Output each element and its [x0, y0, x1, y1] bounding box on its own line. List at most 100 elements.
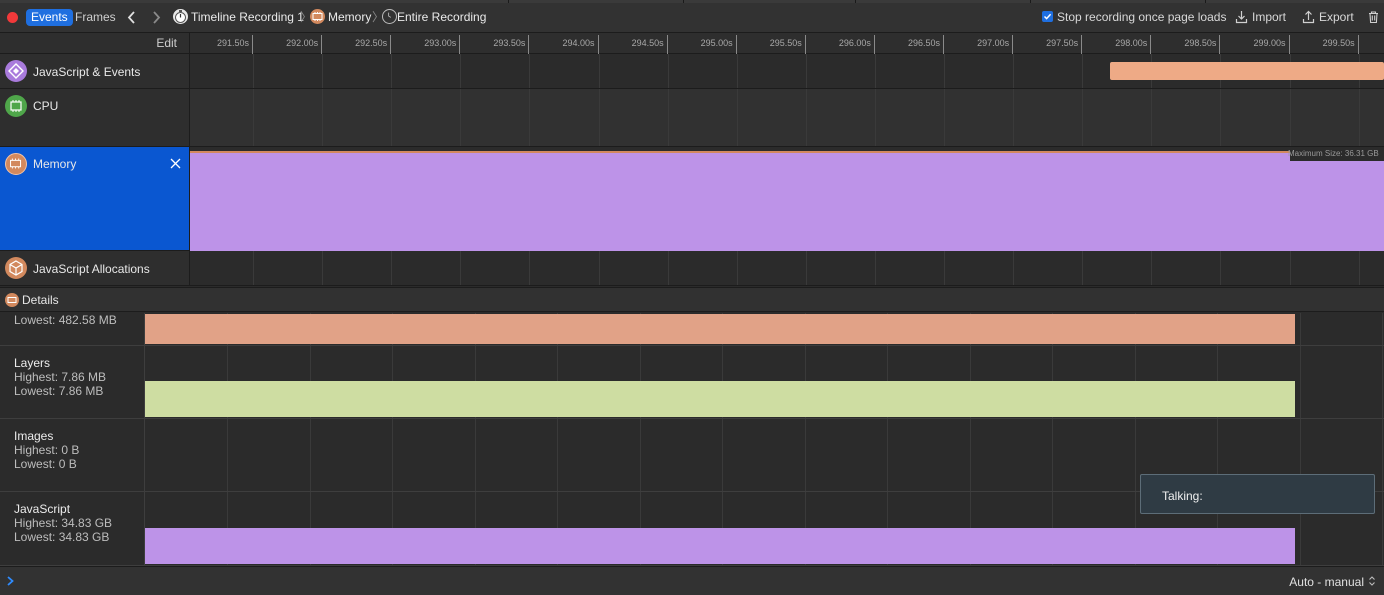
- layers-bar: [145, 381, 1295, 417]
- grid-line: [1382, 419, 1383, 491]
- category-name: Layers: [14, 356, 51, 370]
- grid-line: [253, 89, 254, 146]
- track-memory[interactable]: Memory: [0, 147, 190, 251]
- ruler-tick-label: 299.50s: [1322, 38, 1355, 48]
- grid-line: [806, 251, 807, 285]
- grid-line: [737, 251, 738, 285]
- grid-line: [391, 54, 392, 88]
- grid-line: [599, 89, 600, 146]
- talking-tooltip: Talking:: [1140, 474, 1375, 514]
- category-chart[interactable]: [144, 313, 1384, 345]
- trash-icon[interactable]: [1367, 10, 1380, 24]
- grid-line: [1082, 54, 1083, 88]
- grid-line: [722, 419, 723, 491]
- track-label: JavaScript & Events: [33, 65, 141, 79]
- grid-line: [875, 251, 876, 285]
- track-cpu[interactable]: CPU: [0, 89, 190, 147]
- grid-line: [460, 54, 461, 88]
- breadcrumb-recording[interactable]: Timeline Recording 1: [191, 9, 304, 26]
- stopwatch-icon: [173, 9, 188, 24]
- grid-line: [322, 251, 323, 285]
- grid-line: [1151, 251, 1152, 285]
- grid-line: [1135, 419, 1136, 491]
- record-button[interactable]: [7, 12, 18, 23]
- grid-line: [1382, 346, 1383, 418]
- tab-strip-edge: [0, 0, 1384, 3]
- grid-line: [460, 89, 461, 146]
- clock-icon: [382, 9, 397, 24]
- edit-button[interactable]: Edit: [156, 36, 177, 50]
- grid-line: [1290, 251, 1291, 285]
- import-button[interactable]: Import: [1252, 9, 1286, 26]
- chevron-left-icon: [127, 11, 135, 24]
- highest-value: Highest: 7.86 MB: [14, 370, 107, 384]
- lowest-value: Lowest: 0 B: [14, 457, 77, 471]
- grid-line: [1220, 89, 1221, 146]
- category-bar: [145, 314, 1295, 344]
- checkmark-icon: [1043, 13, 1052, 20]
- grid-line: [391, 89, 392, 146]
- track-javascript-events[interactable]: JavaScript & Events: [0, 54, 190, 89]
- grid-line: [668, 251, 669, 285]
- lane-cpu[interactable]: [190, 89, 1384, 147]
- grid-line: [322, 89, 323, 146]
- mode-selector[interactable]: Auto - manual: [1289, 575, 1364, 589]
- breadcrumb-entire-recording[interactable]: Entire Recording: [397, 9, 486, 26]
- grid-line: [1013, 89, 1014, 146]
- grid-line: [1290, 89, 1291, 146]
- grid-line: [557, 419, 558, 491]
- memory-icon: [5, 293, 19, 307]
- grid-line: [875, 54, 876, 88]
- memory-area-tail: [1290, 161, 1384, 251]
- tab-events[interactable]: Events: [26, 9, 73, 26]
- track-label: Memory: [33, 157, 77, 171]
- cpu-icon: [5, 95, 27, 117]
- grid-line: [1082, 251, 1083, 285]
- grid-line: [1013, 251, 1014, 285]
- grid-line: [944, 251, 945, 285]
- javascript-events-bar[interactable]: [1110, 62, 1384, 80]
- javascript-allocations-icon: [5, 257, 27, 279]
- grid-line: [887, 419, 888, 491]
- export-button[interactable]: Export: [1319, 9, 1354, 26]
- track-javascript-allocations[interactable]: JavaScript Allocations: [0, 251, 190, 286]
- tooltip-text: Talking:: [1162, 489, 1203, 503]
- grid-line: [806, 89, 807, 146]
- grid-line: [944, 54, 945, 88]
- category-name: JavaScript: [14, 502, 71, 516]
- lane-memory[interactable]: Maximum Size: 36.31 GB: [190, 147, 1384, 251]
- category-name: Images: [14, 429, 54, 443]
- grid-line: [737, 54, 738, 88]
- grid-line: [1382, 313, 1383, 345]
- console-prompt-icon[interactable]: [6, 575, 15, 587]
- time-ruler[interactable]: 291.50s 292.00s 292.50s 293.00s 293.50s 294.0…: [190, 33, 1384, 54]
- layers-chart[interactable]: [144, 346, 1384, 418]
- grid-line: [1082, 89, 1083, 146]
- grid-line: [475, 419, 476, 491]
- timeline-toolbar: Events Frames Timeline Recording 1 〉 Mem…: [0, 0, 1384, 33]
- layers-row: Layers Highest: 7.86 MB Lowest: 7.86 MB: [0, 346, 1384, 419]
- stop-recording-checkbox[interactable]: [1042, 11, 1053, 22]
- lane-javascript-events[interactable]: [190, 54, 1384, 89]
- grid-line: [1013, 54, 1014, 88]
- ruler-tick-line: [1357, 35, 1359, 54]
- grid-line: [737, 89, 738, 146]
- highest-value: Highest: 0 B: [14, 443, 80, 457]
- close-icon[interactable]: [169, 157, 182, 170]
- grid-line: [1052, 419, 1053, 491]
- grid-line: [391, 251, 392, 285]
- updown-chevron-icon[interactable]: [1368, 575, 1376, 587]
- grid-line: [806, 54, 807, 88]
- details-header: Details: [0, 287, 1384, 312]
- lane-javascript-allocations[interactable]: [190, 251, 1384, 286]
- tab-frames[interactable]: Frames: [70, 9, 121, 26]
- grid-line: [599, 251, 600, 285]
- lowest-value: Lowest: 34.83 GB: [14, 530, 110, 544]
- grid-line: [668, 89, 669, 146]
- breadcrumb-memory[interactable]: Memory: [328, 9, 371, 26]
- highest-value: Highest: 34.83 GB: [14, 516, 113, 530]
- import-icon: [1235, 10, 1248, 24]
- back-button[interactable]: [124, 9, 140, 26]
- forward-button[interactable]: [148, 9, 164, 26]
- stop-recording-label[interactable]: Stop recording once page loads: [1057, 9, 1226, 26]
